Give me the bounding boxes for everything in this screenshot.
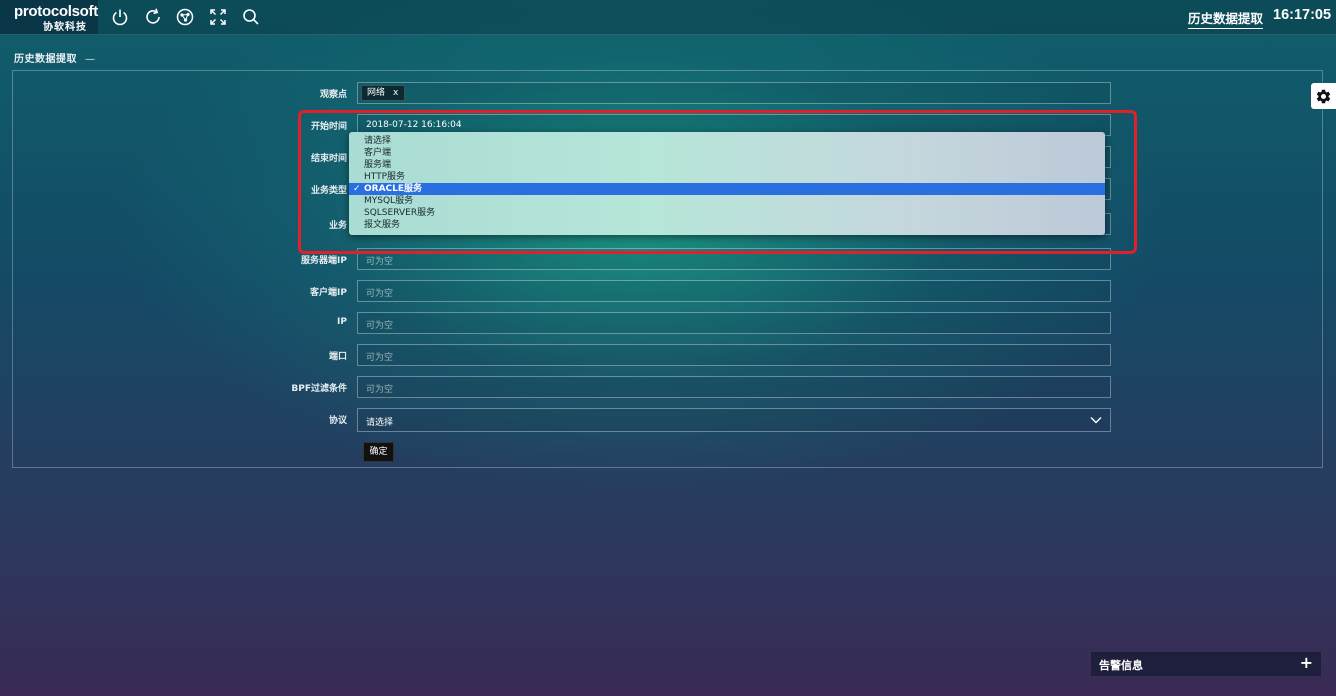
- dropdown-option[interactable]: 客户端: [349, 147, 1105, 159]
- end-time-label: 结束时间: [310, 154, 347, 164]
- dropdown-option[interactable]: SQLSERVER服务: [349, 207, 1105, 219]
- top-bar: protocolsoft 协软科技 历史数据提取 16:17:05: [0, 0, 1336, 35]
- start-time-value: 2018-07-12 16:16:04: [366, 120, 462, 130]
- alarm-title: 告警信息: [1099, 659, 1143, 672]
- tag-label: 网络: [367, 88, 386, 98]
- fullscreen-icon[interactable]: [208, 7, 228, 27]
- ip-input[interactable]: 可为空: [357, 312, 1111, 334]
- ip-label: IP: [337, 317, 347, 327]
- collapse-button[interactable]: —: [85, 54, 96, 65]
- server-ip-label: 服务器端IP: [301, 256, 347, 266]
- bpf-label: BPF过滤条件: [291, 384, 347, 394]
- power-icon[interactable]: [110, 7, 130, 27]
- checkmark-icon: ✓: [353, 184, 361, 194]
- service-type-label: 业务类型: [310, 186, 347, 196]
- network-icon[interactable]: [175, 7, 195, 27]
- observe-point-field[interactable]: 网络 x: [357, 82, 1111, 104]
- dropdown-option-selected[interactable]: ✓ ORACLE服务: [349, 183, 1105, 195]
- panel-title-text: 历史数据提取: [14, 54, 77, 65]
- tag-remove-button[interactable]: x: [393, 88, 398, 98]
- protocol-label: 协议: [328, 416, 347, 426]
- ip-placeholder: 可为空: [366, 321, 394, 331]
- server-ip-input[interactable]: 可为空: [357, 248, 1111, 270]
- client-ip-placeholder: 可为空: [366, 289, 394, 299]
- settings-button[interactable]: [1311, 83, 1336, 109]
- port-placeholder: 可为空: [366, 353, 394, 363]
- protocol-select[interactable]: 请选择: [357, 408, 1111, 432]
- logo[interactable]: protocolsoft 协软科技: [0, 0, 98, 34]
- bpf-input[interactable]: 可为空: [357, 376, 1111, 398]
- client-ip-input[interactable]: 可为空: [357, 280, 1111, 302]
- dropdown-option[interactable]: 请选择: [349, 135, 1105, 147]
- refresh-icon[interactable]: [143, 7, 163, 27]
- dropdown-option[interactable]: 报文服务: [349, 219, 1105, 231]
- dropdown-option[interactable]: MYSQL服务: [349, 195, 1105, 207]
- client-ip-label: 客户端IP: [310, 288, 347, 298]
- observe-point-tag: 网络 x: [361, 85, 406, 101]
- gear-icon: [1316, 89, 1331, 104]
- observe-point-label: 观察点: [319, 90, 347, 100]
- service-type-dropdown: 请选择 客户端 服务端 HTTP服务 ✓ ORACLE服务 MYSQL服务 SQL…: [349, 132, 1105, 235]
- page-title-link[interactable]: 历史数据提取: [1188, 8, 1264, 29]
- logo-subtitle: 协软科技: [43, 22, 87, 33]
- expand-alarm-button[interactable]: +: [1300, 653, 1313, 672]
- confirm-button[interactable]: 确定: [363, 442, 394, 462]
- chevron-down-icon: [1090, 417, 1102, 424]
- server-ip-placeholder: 可为空: [366, 257, 394, 267]
- search-icon[interactable]: [241, 7, 261, 27]
- bpf-placeholder: 可为空: [366, 385, 394, 395]
- port-label: 端口: [328, 352, 347, 362]
- dropdown-option[interactable]: HTTP服务: [349, 171, 1105, 183]
- service-label: 业务: [328, 221, 347, 231]
- start-time-label: 开始时间: [310, 122, 347, 132]
- clock: 16:17:05: [1273, 7, 1332, 23]
- panel-title: 历史数据提取 —: [14, 50, 96, 65]
- selected-option-label: ORACLE服务: [364, 184, 423, 194]
- port-input[interactable]: 可为空: [357, 344, 1111, 366]
- protocol-value: 请选择: [366, 418, 394, 428]
- dropdown-option[interactable]: 服务端: [349, 159, 1105, 171]
- alarm-panel: 告警信息 +: [1091, 651, 1321, 676]
